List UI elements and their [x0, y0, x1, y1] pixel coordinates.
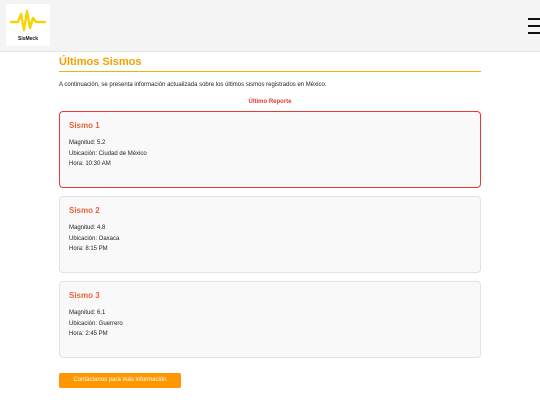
quake-time: Hora: 10:30 AM — [69, 161, 111, 167]
quake-location: Ubicación: Ciudad de México — [69, 151, 147, 157]
quake-magnitude: Magnitud: 6.1 — [69, 310, 106, 316]
logo-text: SisMeck — [17, 36, 38, 42]
top-bar: SisMeck — [0, 0, 540, 52]
quake-title: Sismo 1 — [69, 121, 100, 130]
title-divider — [59, 71, 481, 72]
quake-location: Ubicación: Guerrero — [69, 321, 123, 327]
contact-button[interactable]: Contáctanos para más información — [59, 373, 181, 388]
quake-magnitude: Magnitud: 5.2 — [69, 140, 106, 146]
quake-title: Sismo 2 — [69, 206, 100, 215]
intro-text: A continuación, se presenta información … — [59, 82, 327, 88]
seismograph-wave-logo-icon — [10, 9, 46, 32]
latest-report-label: Último Reporte — [248, 99, 292, 105]
quake-time: Hora: 2:45 PM — [69, 331, 108, 337]
hamburger-menu-icon[interactable] — [528, 18, 540, 34]
quake-card-1: Sismo 1 Magnitud: 5.2 Ubicación: Ciudad … — [59, 111, 481, 188]
page-title: Últimos Sismos — [59, 56, 142, 68]
quake-title: Sismo 3 — [69, 291, 100, 300]
quake-card-3: Sismo 3 Magnitud: 6.1 Ubicación: Guerrer… — [59, 281, 481, 358]
quake-magnitude: Magnitud: 4.8 — [69, 225, 106, 231]
logo[interactable]: SisMeck — [6, 4, 50, 46]
quake-card-2: Sismo 2 Magnitud: 4.8 Ubicación: Oaxaca … — [59, 196, 481, 273]
quake-location: Ubicación: Oaxaca — [69, 236, 120, 242]
quake-time: Hora: 8:15 PM — [69, 246, 108, 252]
